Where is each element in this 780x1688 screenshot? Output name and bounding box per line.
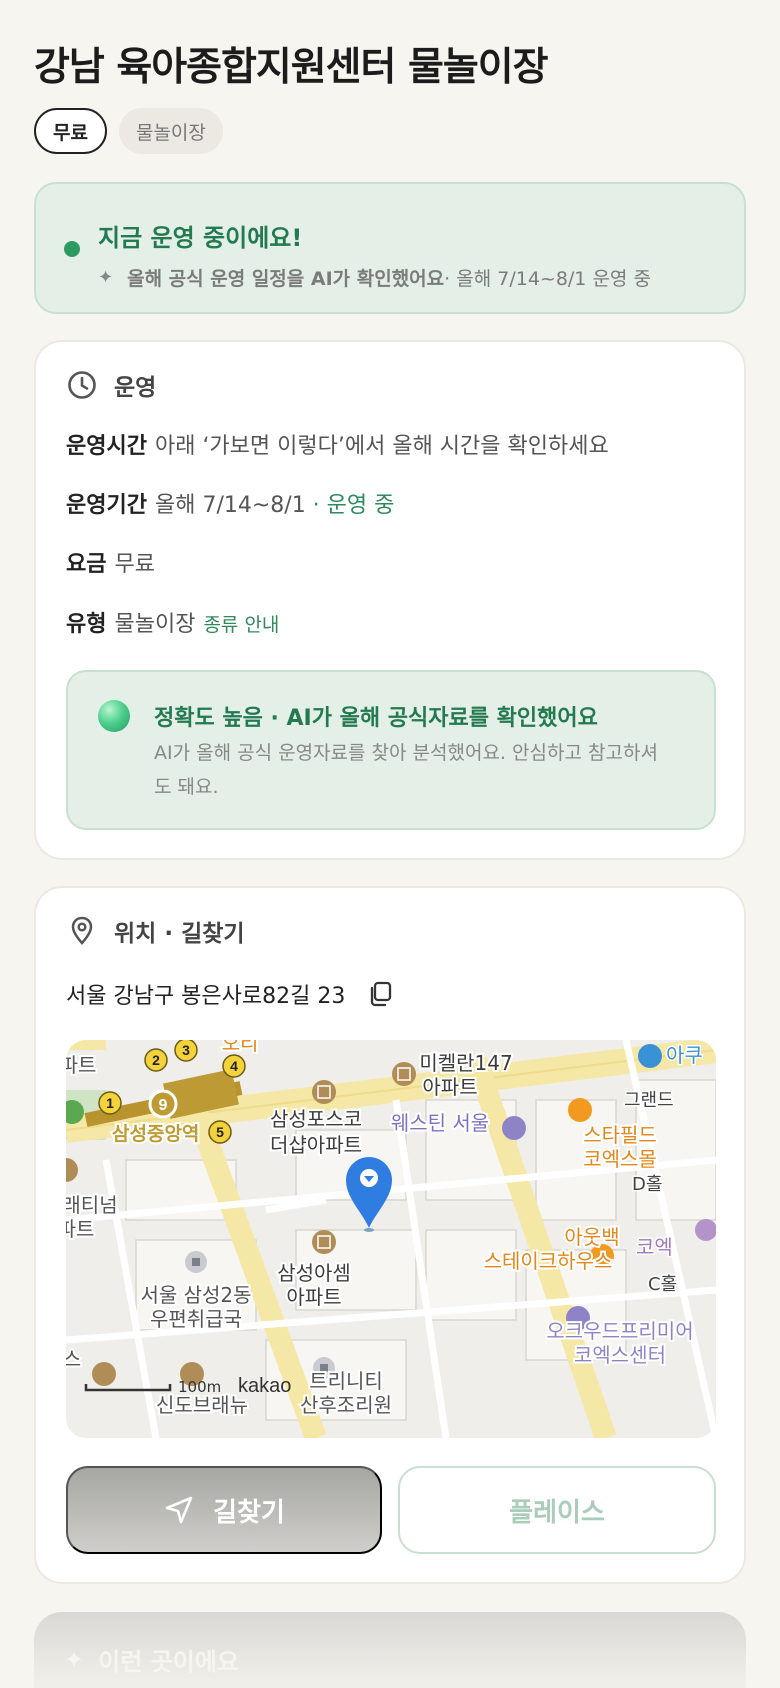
operation-section-label: 운영	[114, 375, 157, 401]
next-section-header: ✦ 이런 곳이에요	[64, 1642, 239, 1677]
navigation-arrow-icon	[165, 1496, 193, 1524]
accuracy-orb-icon	[98, 700, 130, 732]
scale-label: 100m	[178, 1378, 221, 1396]
fee-key: 요금	[66, 552, 107, 577]
post-label: 서울 삼성2동	[140, 1283, 251, 1307]
type-key: 유형	[66, 612, 107, 637]
operating-status-banner: 지금 운영 중이에요! ✦ 올해 공식 운영 일정을 AI가 확인했어요 · 올…	[34, 182, 746, 314]
hours-row: 운영시간 아래 ‘가보면 이렇다’에서 올해 시간을 확인하세요	[66, 428, 609, 460]
apt3-label: 미켈란147	[419, 1051, 512, 1075]
address-row: 서울 강남구 봉은사로82길 23	[66, 978, 395, 1010]
se-label: 스	[66, 1347, 81, 1371]
grand-label: 그랜드	[624, 1090, 674, 1111]
exit-1-label: 1	[106, 1095, 114, 1111]
exit-5-label: 5	[216, 1124, 224, 1140]
apt-top-label: 파트	[66, 1053, 96, 1077]
location-card: 위치 · 길찾기 서울 강남구 봉은사로82길 23 1 2 3 4 5 9 삼…	[34, 886, 746, 1584]
apt2b-label: 아파트	[286, 1285, 341, 1309]
residence-label: 오크우드프리미어	[546, 1319, 693, 1343]
platinumb-label: 파트	[66, 1217, 94, 1241]
aqua-label: 아쿠	[666, 1043, 703, 1067]
period-row: 운영기간 올해 7/14~8/1 · 운영 중	[66, 487, 394, 519]
period-status: · 운영 중	[305, 493, 395, 518]
station-label: 삼성중앙역	[112, 1123, 199, 1145]
sparkle-icon: ✦	[64, 1645, 85, 1674]
status-headline: 지금 운영 중이에요!	[98, 224, 303, 252]
map-pin-icon	[71, 916, 93, 945]
type-row: 유형 물놀이장 종류 안내	[66, 606, 279, 638]
place-label: 플레이스	[509, 1496, 605, 1527]
dhall-label: D홀	[632, 1174, 662, 1195]
period-note: · 올해 7/14~8/1 운영 중	[444, 268, 651, 290]
accuracy-notice: 정확도 높음 · AI가 올해 공식자료를 확인했어요 AI가 올해 공식 운영…	[66, 670, 716, 830]
type-guide-link[interactable]: 종류 안내	[203, 614, 279, 636]
period-value: 올해 7/14~8/1	[154, 493, 306, 518]
hours-key: 운영시간	[66, 434, 147, 459]
price-chip[interactable]: 무료	[34, 108, 107, 154]
tag-chips: 무료 물놀이장	[34, 108, 223, 154]
location-section-label: 위치 · 길찾기	[114, 921, 245, 947]
apt1-label: 삼성포스코	[270, 1107, 362, 1131]
exit-4-label: 4	[230, 1058, 238, 1074]
status-dot	[64, 241, 80, 257]
next-section-label: 이런 곳이에요	[98, 1648, 239, 1676]
exit-3-label: 3	[182, 1042, 190, 1058]
address-text: 서울 강남구 봉은사로82길 23	[66, 984, 346, 1009]
page: 강남 육아종합지원센터 물놀이장 무료 물놀이장 지금 운영 중이에요! ✦ 올…	[0, 0, 780, 1688]
place-button[interactable]: 플레이스	[398, 1466, 716, 1554]
residenceb-label: 코엑스센터	[574, 1343, 666, 1367]
ai-note: 올해 공식 운영 일정을 AI가 확인했어요	[127, 268, 445, 290]
platinum-label: 래티넘	[66, 1193, 118, 1217]
apt3b-label: 아파트	[422, 1075, 477, 1099]
hotel-label: 웨스틴 서울	[391, 1111, 489, 1135]
line-9-badge: 9	[159, 1097, 168, 1114]
operation-header: 운영	[66, 368, 156, 402]
trinity-label: 트리니티	[309, 1369, 383, 1393]
sparkle-icon: ✦	[98, 267, 114, 288]
apt1b-label: 더샵아파트	[270, 1133, 362, 1157]
accuracy-title: 정확도 높음 · AI가 올해 공식자료를 확인했어요	[154, 706, 598, 731]
period-key: 운영기간	[66, 493, 147, 518]
copy-icon[interactable]	[367, 980, 395, 1008]
shindo-label: 신도브래뉴	[156, 1393, 248, 1417]
mallb-label: 코엑스몰	[583, 1147, 657, 1171]
exit-2-label: 2	[152, 1052, 160, 1068]
directions-button[interactable]: 길찾기	[66, 1466, 382, 1554]
operation-card: 운영 운영시간 아래 ‘가보면 이렇다’에서 올해 시간을 확인하세요 운영기간 올…	[34, 340, 746, 860]
chall-label: C홀	[648, 1274, 677, 1295]
directions-label: 길찾기	[213, 1496, 285, 1527]
mall-label: 스타필드	[583, 1123, 657, 1147]
location-map[interactable]: 1 2 3 4 5 9 삼성중앙역 삼성포스코 더샵아파트 미켈란147 아파트…	[66, 1040, 716, 1438]
status-subtext: ✦ 올해 공식 운영 일정을 AI가 확인했어요 · 올해 7/14~8/1 운…	[98, 264, 651, 291]
coex-label: 코엑	[636, 1235, 673, 1259]
bank-label: 오리	[222, 1040, 259, 1055]
trinityb-label: 산후조리원	[300, 1393, 392, 1417]
accuracy-description: AI가 올해 공식 운영자료를 찾아 분석했어요. 안심하고 참고하셔도 돼요.	[154, 742, 658, 798]
next-section-card: ✦ 이런 곳이에요	[34, 1612, 746, 1688]
type-value: 물놀이장	[114, 612, 196, 637]
kakao-logo: kakao	[238, 1375, 291, 1397]
hours-value: 아래 ‘가보면 이렇다’에서 올해 시간을 확인하세요	[154, 434, 609, 459]
location-header: 위치 · 길찾기	[66, 914, 245, 948]
map-canvas[interactable]: 1 2 3 4 5 9 삼성중앙역 삼성포스코 더샵아파트 미켈란147 아파트…	[66, 1040, 716, 1438]
fee-row: 요금 무료	[66, 546, 155, 578]
restaurantb-label: 스테이크하우스	[484, 1249, 613, 1273]
fee-value: 무료	[114, 552, 155, 577]
clock-icon	[68, 371, 96, 399]
type-chip[interactable]: 물놀이장	[118, 108, 223, 154]
apt2-label: 삼성아셈	[277, 1261, 351, 1285]
restaurant-label: 아웃백	[564, 1225, 619, 1249]
page-title: 강남 육아종합지원센터 물놀이장	[34, 45, 548, 90]
postb-label: 우편취급국	[150, 1307, 242, 1331]
